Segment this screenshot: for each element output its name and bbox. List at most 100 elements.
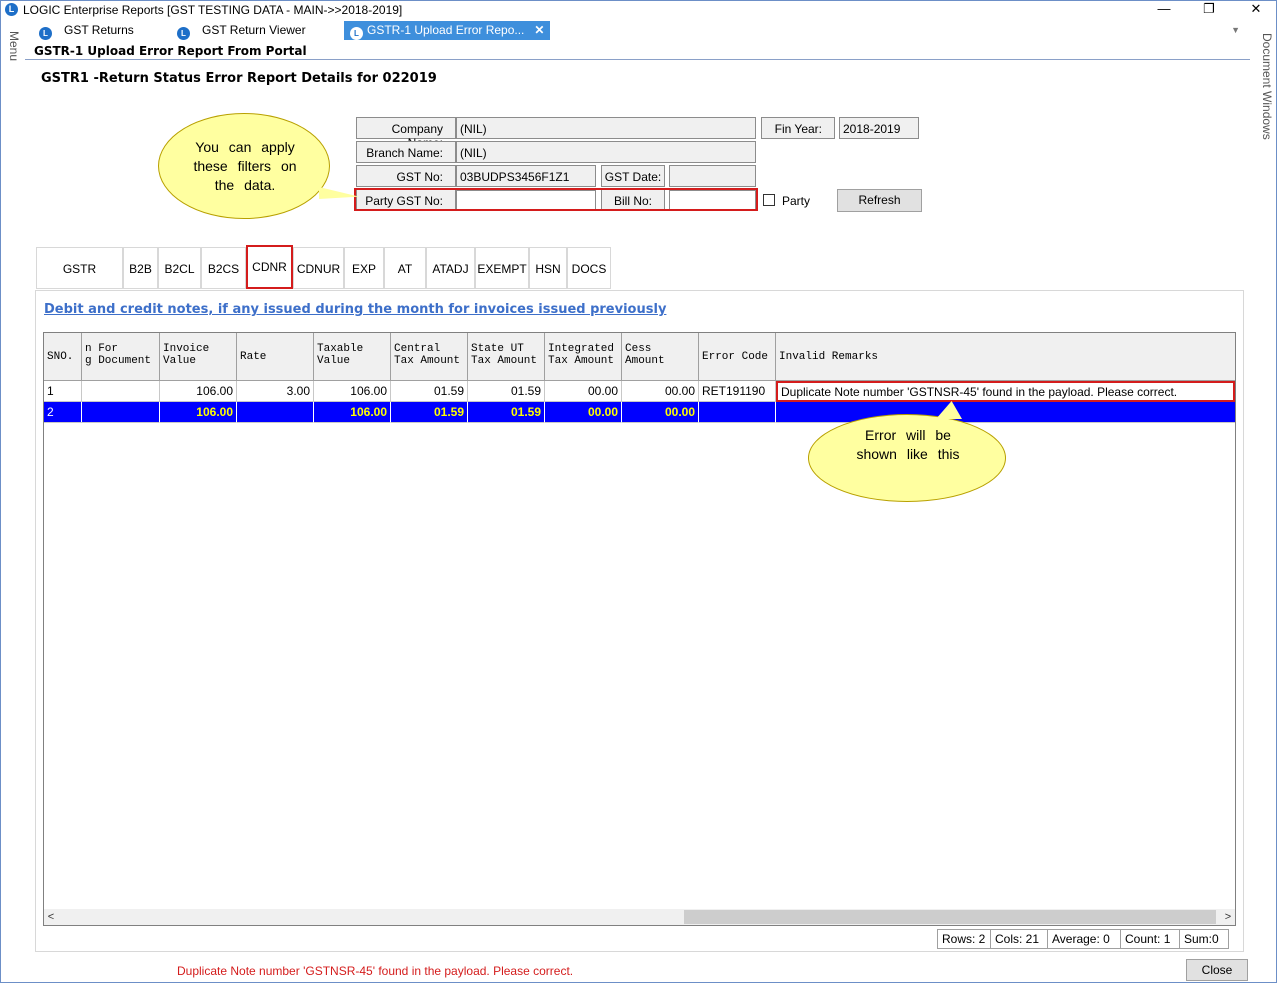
- logic-icon: L: [177, 27, 190, 40]
- column-header[interactable]: Central Tax Amount: [391, 333, 468, 381]
- tab-exempt[interactable]: EXEMPT: [475, 247, 529, 289]
- page-title: GSTR1 -Return Status Error Report Detail…: [41, 71, 437, 86]
- column-header[interactable]: Taxable Value: [314, 333, 391, 381]
- gst-date-field[interactable]: [669, 165, 756, 187]
- company-name-field[interactable]: (NIL): [456, 117, 756, 139]
- callout-text: these filters on: [193, 158, 297, 174]
- tab-atadj[interactable]: ATADJ: [426, 247, 475, 289]
- logic-icon: L: [39, 27, 52, 40]
- tab-gst-return-viewer[interactable]: L GST Return Viewer: [177, 21, 306, 40]
- tab-cdnur[interactable]: CDNUR: [293, 247, 344, 289]
- branch-name-field[interactable]: (NIL): [456, 141, 756, 163]
- app-logo-icon: L: [5, 3, 18, 16]
- chevron-down-icon[interactable]: ▼: [1231, 25, 1240, 35]
- table-cell[interactable]: 01.59: [468, 381, 545, 402]
- refresh-button[interactable]: Refresh: [837, 189, 922, 212]
- error-code-cell[interactable]: RET191190: [699, 381, 776, 402]
- side-menu-tab[interactable]: Menu: [7, 31, 21, 61]
- tab-b2cl[interactable]: B2CL: [158, 247, 201, 289]
- column-header[interactable]: Rate: [237, 333, 314, 381]
- callout-text: the data.: [214, 177, 276, 193]
- total-cell[interactable]: [776, 402, 1235, 423]
- total-cell[interactable]: [237, 402, 314, 423]
- document-tab-strip: L GST Returns L GST Return Viewer L GSTR-1 …: [25, 21, 1250, 40]
- table-cell[interactable]: 00.00: [622, 381, 699, 402]
- scroll-left-icon[interactable]: <: [44, 909, 58, 925]
- branch-name-label: Branch Name:: [356, 141, 456, 163]
- document-windows-tab[interactable]: Document Windows: [1260, 33, 1274, 140]
- column-header[interactable]: Error Code: [699, 333, 776, 381]
- tab-at[interactable]: AT: [384, 247, 426, 289]
- party-checkbox[interactable]: [763, 194, 775, 206]
- callout-text: shown like this: [856, 446, 960, 462]
- tab-docs[interactable]: DOCS: [567, 247, 611, 289]
- table-cell[interactable]: 106.00: [160, 381, 237, 402]
- callout-pointer: [319, 187, 359, 199]
- fin-year-field[interactable]: 2018-2019: [839, 117, 919, 139]
- logic-icon: L: [350, 27, 363, 40]
- fin-year-label: Fin Year:: [761, 117, 835, 139]
- tab-hsn[interactable]: HSN: [529, 247, 567, 289]
- status-count: Count: 1: [1120, 929, 1180, 949]
- status-rows: Rows: 2: [937, 929, 991, 949]
- total-cell[interactable]: [82, 402, 160, 423]
- tab-gstr1-upload-error-report[interactable]: L GSTR-1 Upload Error Repo... ✕: [344, 21, 551, 40]
- filter-highlight: [354, 188, 758, 211]
- divider: [25, 59, 1250, 60]
- error-callout: Error will be shown like this: [808, 414, 1006, 502]
- column-header[interactable]: Invoice Value: [160, 333, 237, 381]
- table-cell[interactable]: [82, 381, 160, 402]
- section-heading-link[interactable]: Debit and credit notes, if any issued du…: [44, 302, 666, 317]
- scrollbar-thumb[interactable]: [684, 910, 1216, 924]
- column-header[interactable]: Integrated Tax Amount: [545, 333, 622, 381]
- table-cell[interactable]: 106.00: [314, 381, 391, 402]
- total-cell[interactable]: 00.00: [622, 402, 699, 423]
- status-sum: Sum:0: [1179, 929, 1229, 949]
- total-cell[interactable]: 01.59: [391, 402, 468, 423]
- tab-b2cs[interactable]: B2CS: [201, 247, 246, 289]
- tab-cdnr[interactable]: CDNR: [246, 245, 293, 289]
- total-cell[interactable]: 106.00: [314, 402, 391, 423]
- column-header[interactable]: n For g Document: [82, 333, 160, 381]
- scroll-right-icon[interactable]: >: [1221, 909, 1235, 925]
- app-window: L LOGIC Enterprise Reports [GST TESTING …: [0, 0, 1277, 983]
- table-cell[interactable]: 00.00: [545, 381, 622, 402]
- minimize-button[interactable]: —: [1149, 1, 1179, 19]
- invalid-remarks-cell[interactable]: Duplicate Note number 'GSTNSR-45' found …: [776, 381, 1235, 402]
- title-bar: L LOGIC Enterprise Reports [GST TESTING …: [1, 1, 1276, 19]
- close-window-button[interactable]: ✕: [1241, 1, 1271, 19]
- status-average: Average: 0: [1047, 929, 1121, 949]
- gst-no-field[interactable]: 03BUDPS3456F1Z1: [456, 165, 596, 187]
- status-cols: Cols: 21: [990, 929, 1048, 949]
- tab-close-icon[interactable]: ✕: [534, 23, 544, 37]
- table-cell[interactable]: 1: [44, 381, 82, 402]
- tab-b2b[interactable]: B2B: [123, 247, 158, 289]
- tab-gstr-summary[interactable]: GSTR Summary: [36, 247, 123, 318]
- data-grid[interactable]: SNO. n For g Document Invoice Value Rate…: [43, 332, 1236, 926]
- company-name-label: Company Name:: [356, 117, 456, 150]
- filters-callout: You can apply these filters on the data.: [158, 113, 330, 219]
- party-checkbox-label: Party: [782, 194, 811, 208]
- tab-gst-returns[interactable]: L GST Returns: [39, 21, 134, 40]
- report-subtitle: GSTR-1 Upload Error Report From Portal: [34, 44, 307, 58]
- total-cell[interactable]: 00.00: [545, 402, 622, 423]
- error-message: Duplicate Note number 'GSTNSR-45' found …: [177, 964, 574, 978]
- table-cell[interactable]: 01.59: [391, 381, 468, 402]
- column-header[interactable]: Invalid Remarks: [776, 333, 1235, 381]
- horizontal-scrollbar[interactable]: < >: [44, 909, 1235, 925]
- column-header[interactable]: State UT Tax Amount: [468, 333, 545, 381]
- column-header[interactable]: SNO.: [44, 333, 82, 381]
- total-cell[interactable]: [699, 402, 776, 423]
- gst-date-label: GST Date:: [601, 165, 665, 187]
- total-cell[interactable]: 106.00: [160, 402, 237, 423]
- selected-row-number: 2: [47, 405, 54, 419]
- column-header[interactable]: Cess Amount: [622, 333, 699, 381]
- total-cell[interactable]: 01.59: [468, 402, 545, 423]
- maximize-button[interactable]: ❐: [1194, 1, 1224, 19]
- table-cell[interactable]: 3.00: [237, 381, 314, 402]
- callout-text: You can apply: [195, 139, 295, 155]
- tab-exp[interactable]: EXP: [344, 247, 384, 289]
- tab-label: GST Return Viewer: [202, 23, 306, 37]
- close-button[interactable]: Close: [1186, 959, 1248, 981]
- window-title: LOGIC Enterprise Reports [GST TESTING DA…: [23, 3, 403, 17]
